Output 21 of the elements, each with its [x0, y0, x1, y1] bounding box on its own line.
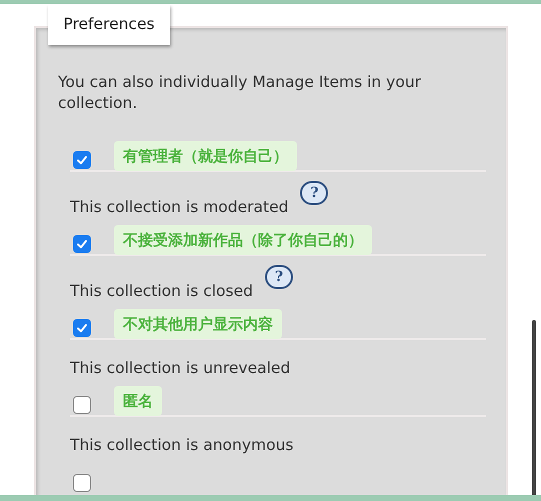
annotation-label: 不接受添加新作品（除了你自己的）	[114, 224, 372, 254]
checkbox[interactable]	[73, 474, 91, 492]
check-icon	[76, 322, 88, 334]
checkbox[interactable]	[73, 150, 91, 168]
checkbox[interactable]	[73, 234, 91, 252]
option-label: This collection is anonymous	[70, 435, 294, 455]
check-icon	[76, 238, 88, 250]
scrollbar[interactable]	[532, 320, 536, 495]
option-label: This collection is closed	[70, 281, 253, 301]
annotation-label: 匿名	[114, 386, 162, 416]
check-icon	[76, 154, 88, 166]
annotation-label: 有管理者（就是你自己）	[114, 140, 297, 170]
option-label: This collection is moderated	[70, 197, 288, 217]
annotation-label: 不对其他用户显示内容	[114, 308, 282, 338]
panel-title: Preferences	[63, 14, 155, 36]
checkbox[interactable]	[73, 396, 91, 414]
option-label: This collection is unrevealed	[70, 358, 290, 378]
checkbox[interactable]	[73, 318, 91, 336]
help-icon[interactable]: ?	[300, 181, 328, 205]
description-text: You can also individually Manage Items in your collection.	[58, 72, 422, 114]
help-icon[interactable]: ?	[264, 265, 293, 289]
